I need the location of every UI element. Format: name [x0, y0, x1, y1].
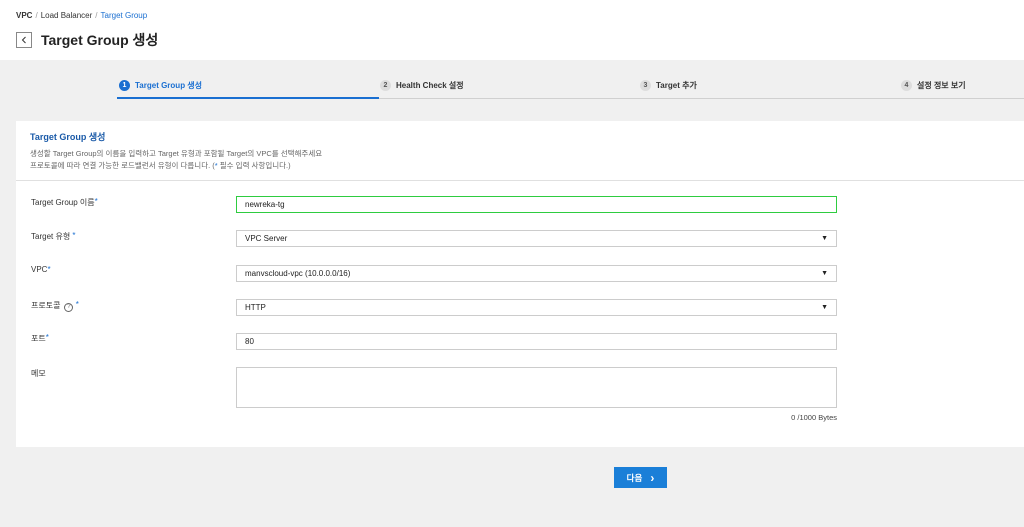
- port-input[interactable]: 80: [236, 333, 837, 350]
- memo-textarea[interactable]: [236, 367, 837, 408]
- target-group-name-input[interactable]: newreka-tg: [236, 196, 837, 213]
- caret-down-icon: ▼: [821, 235, 828, 242]
- wizard-steps: 1 Target Group 생성 2 Health Check 설정 3 Ta…: [0, 60, 1024, 100]
- chevron-left-icon: [21, 36, 26, 44]
- required-star: *: [72, 231, 76, 240]
- breadcrumb: VPC / Load Balancer / Target Group: [16, 11, 147, 20]
- caret-down-icon: ▼: [821, 304, 828, 311]
- required-star: *: [94, 197, 98, 206]
- step-4[interactable]: 4 설정 정보 보기: [901, 80, 966, 91]
- next-button[interactable]: 다음 ›: [614, 467, 667, 488]
- panel-header: Target Group 생성 생성할 Target Group의 이름을 입력…: [16, 121, 1024, 181]
- port-label: 포트*: [31, 333, 49, 343]
- step-3[interactable]: 3 Target 추가: [640, 80, 697, 91]
- page-title: Target Group 생성: [41, 32, 159, 48]
- step-1[interactable]: 1 Target Group 생성: [119, 80, 202, 91]
- panel-description: 생성할 Target Group의 이름을 입력하고 Target 유형과 포함…: [30, 148, 1010, 172]
- desc-line-2: 프로토콜에 따라 연결 가능한 로드밸런서 유형이 다릅니다. (* 필수 입력…: [30, 161, 291, 170]
- form-panel: Target Group 생성 생성할 Target Group의 이름을 입력…: [16, 121, 1024, 447]
- step-label: Target Group 생성: [135, 81, 203, 90]
- vpc-select[interactable]: manvscloud-vpc (10.0.0.0/16) ▼: [236, 265, 837, 282]
- chevron-right-icon: ›: [650, 470, 655, 485]
- breadcrumb-vpc[interactable]: VPC: [16, 11, 32, 20]
- step-number: 4: [901, 80, 912, 91]
- active-step-indicator: [117, 97, 379, 99]
- step-2[interactable]: 2 Health Check 설정: [380, 80, 464, 91]
- memo-label: 메모: [31, 369, 46, 378]
- target-type-select[interactable]: VPC Server ▼: [236, 230, 837, 247]
- required-star: *: [75, 300, 79, 309]
- required-star: *: [45, 333, 49, 342]
- breadcrumb-separator: /: [35, 11, 38, 20]
- breadcrumb-load-balancer[interactable]: Load Balancer: [41, 11, 93, 20]
- step-number: 2: [380, 80, 391, 91]
- protocol-label: 프로토콜? *: [31, 300, 79, 312]
- header: VPC / Load Balancer / Target Group Targe…: [0, 0, 1024, 60]
- help-icon[interactable]: ?: [64, 303, 74, 312]
- required-star: *: [47, 265, 51, 274]
- target-type-label: Target 유형 *: [31, 231, 76, 241]
- breadcrumb-target-group[interactable]: Target Group: [101, 11, 148, 20]
- step-number: 3: [640, 80, 651, 91]
- step-label: Health Check 설정: [396, 81, 464, 90]
- vpc-label: VPC*: [31, 265, 51, 274]
- step-number: 1: [119, 80, 130, 91]
- step-label: Target 추가: [656, 81, 697, 90]
- panel-title: Target Group 생성: [30, 132, 106, 142]
- breadcrumb-separator: /: [95, 11, 98, 20]
- memo-byte-counter: 0 /1000 Bytes: [791, 413, 837, 422]
- step-label: 설정 정보 보기: [917, 81, 966, 90]
- protocol-select[interactable]: HTTP ▼: [236, 299, 837, 316]
- next-button-label: 다음: [626, 472, 643, 483]
- caret-down-icon: ▼: [821, 270, 828, 277]
- name-label: Target Group 이름*: [31, 197, 98, 207]
- desc-line-1: 생성할 Target Group의 이름을 입력하고 Target 유형과 포함…: [30, 149, 323, 158]
- back-button[interactable]: [16, 32, 32, 48]
